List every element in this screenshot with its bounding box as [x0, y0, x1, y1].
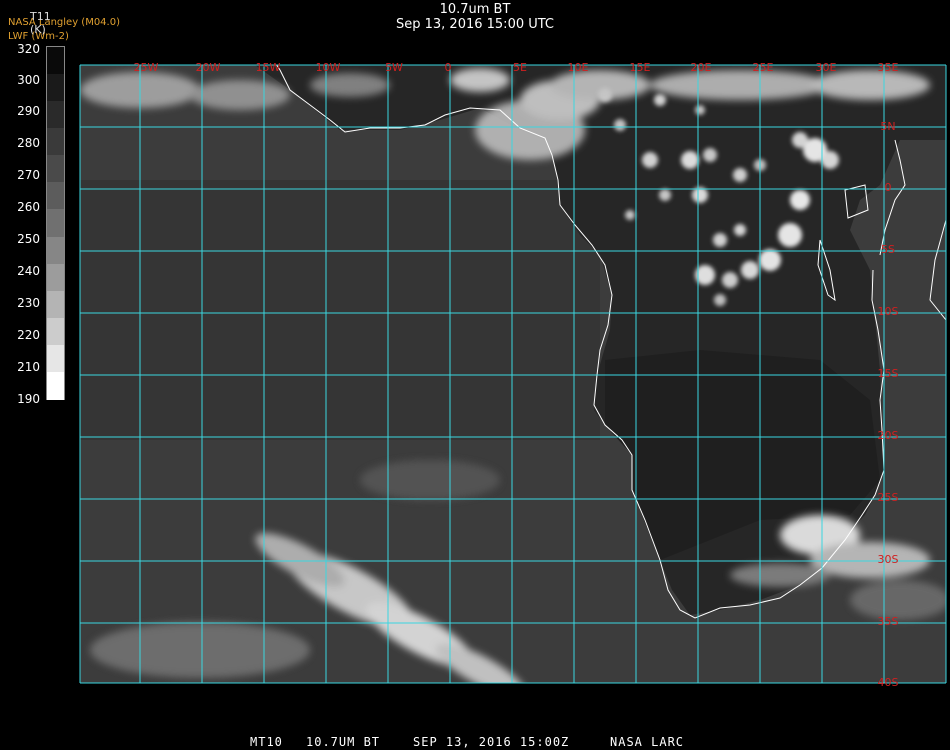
latitude-label: 0	[885, 181, 892, 194]
colorbar-tick-label: 240	[17, 264, 40, 278]
colorbar-tick-label: 270	[17, 168, 40, 182]
colorbar-segment	[47, 236, 64, 265]
footer-channel: 10.7UM BT	[306, 735, 381, 749]
longitude-label: 15E	[630, 61, 651, 74]
colorbar-segment	[47, 263, 64, 292]
longitude-label: 5W	[385, 61, 403, 74]
credit-line-1: NASA Langley (M04.0)	[8, 17, 120, 28]
colorbar-variable: T11	[30, 10, 51, 23]
colorbar-segment	[47, 371, 64, 400]
colorbar-tick-label: 210	[17, 360, 40, 374]
longitude-label: 5E	[513, 61, 527, 74]
latitude-label: 10S	[878, 305, 899, 318]
colorbar-segment	[47, 317, 64, 346]
latitude-label: 40S	[878, 676, 899, 689]
colorbar-segment	[47, 344, 64, 373]
latitude-label: 5N	[880, 120, 895, 133]
colorbar-tick-label: 300	[17, 73, 40, 87]
colorbar-segment	[47, 155, 64, 184]
longitude-label: 10E	[568, 61, 589, 74]
longitude-label: 15W	[256, 61, 281, 74]
colorbar-segment	[47, 47, 64, 76]
longitude-label: 25E	[753, 61, 774, 74]
longitude-label: 20E	[691, 61, 712, 74]
colorbar-segment	[47, 182, 64, 211]
colorbar-tick-label: 260	[17, 200, 40, 214]
colorbar-segment	[47, 128, 64, 157]
colorbar-tick-label: 280	[17, 136, 40, 150]
footer-bar: MT10 10.7UM BT SEP 13, 2016 15:00Z NASA …	[0, 735, 950, 750]
longitude-label: 25W	[134, 61, 159, 74]
latitude-label: 5S	[881, 243, 895, 256]
colorbar-segment	[47, 209, 64, 238]
longitude-label: 10W	[316, 61, 341, 74]
footer-satellite: MT10	[250, 735, 283, 749]
latitude-label: 35S	[878, 615, 899, 628]
longitude-label: 35E	[878, 61, 899, 74]
latitude-label: 20S	[878, 429, 899, 442]
footer-source: NASA LARC	[610, 735, 685, 749]
colorbar-tick-label: 290	[17, 104, 40, 118]
colorbar-tick-label: 320	[17, 42, 40, 56]
chart-title: 10.7um BT	[439, 2, 511, 17]
colorbar-tick-label: 220	[17, 328, 40, 342]
colorbar-tick-label: 230	[17, 296, 40, 310]
colorbar-segment	[47, 290, 64, 319]
colorbar	[46, 46, 65, 400]
chart-subtitle: Sep 13, 2016 15:00 UTC	[395, 17, 555, 32]
colorbar-tick-label: 190	[17, 392, 40, 406]
footer-datetime: SEP 13, 2016 15:00Z	[413, 735, 570, 749]
latitude-label: 25S	[878, 491, 899, 504]
latitude-label: 15S	[878, 367, 899, 380]
colorbar-segment	[47, 74, 64, 103]
longitude-label: 30E	[816, 61, 837, 74]
longitude-label: 0	[445, 61, 452, 74]
longitude-label: 20W	[196, 61, 221, 74]
colorbar-segment	[47, 101, 64, 130]
colorbar-unit: (K)	[30, 23, 46, 36]
satellite-map: 25W 20W 15W 10W 5W 0 5E 10E 15E 20E 25E 30E 35E 5N 0 5S…	[79, 61, 947, 689]
colorbar-tick-label: 250	[17, 232, 40, 246]
latitude-label: 30S	[878, 553, 899, 566]
